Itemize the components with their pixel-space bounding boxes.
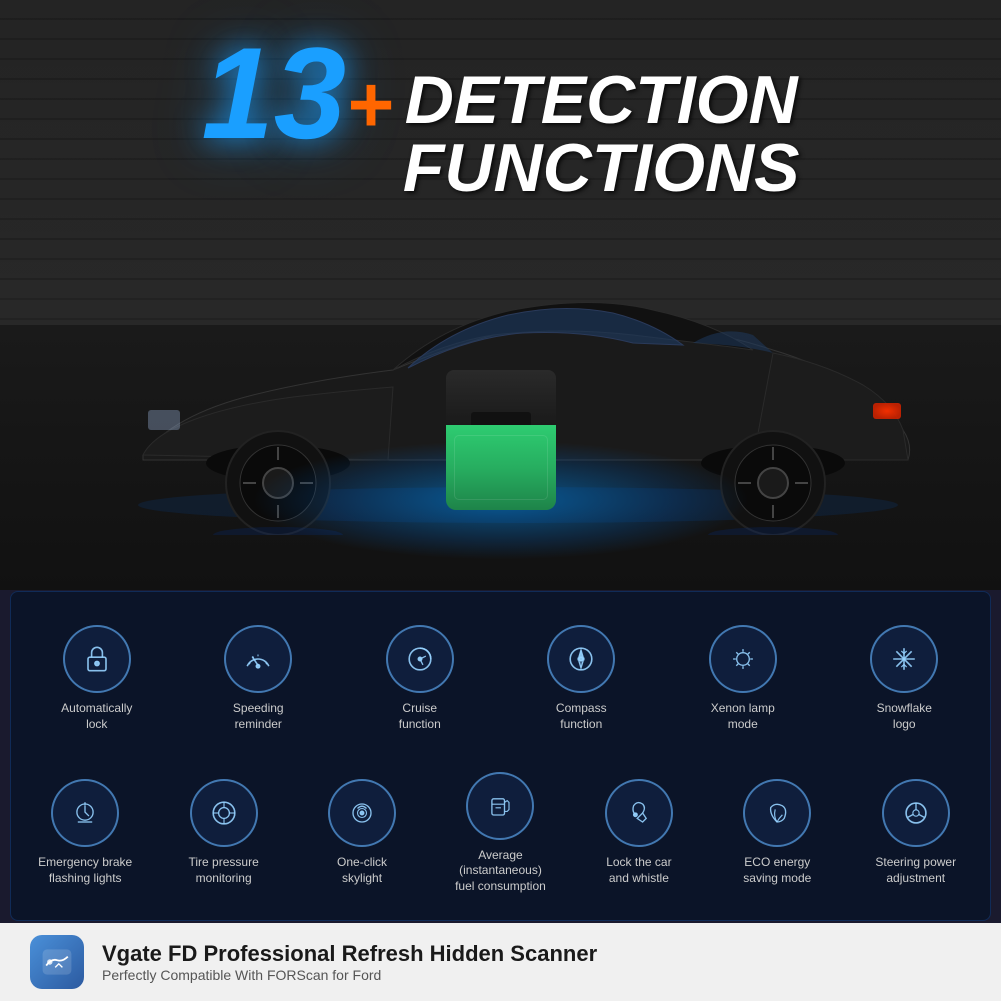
emergency-brake-label: Emergency brakeflashing lights — [38, 855, 132, 886]
app-icon — [30, 935, 84, 989]
auto-lock-label: Automaticallylock — [61, 701, 132, 732]
xenon-icon-circle — [709, 625, 777, 693]
obd-device — [446, 370, 556, 510]
skylight-icon-circle — [328, 779, 396, 847]
snowflake-icon — [886, 641, 922, 677]
speedometer-icon — [240, 641, 276, 677]
function-lock-whistle: Lock the carand whistle — [574, 779, 704, 886]
functions-row-2: Emergency brakeflashing lights Tire pres… — [16, 756, 985, 910]
snowflake-label: Snowflakelogo — [877, 701, 932, 732]
cruise-icon — [402, 641, 438, 677]
product-subtitle: Perfectly Compatible With FORScan for Fo… — [102, 967, 597, 983]
function-compass: Compassfunction — [516, 625, 646, 732]
function-auto-lock: Automaticallylock — [32, 625, 162, 732]
function-fuel: Average (instantaneous)fuel consumption — [435, 772, 565, 895]
eco-icon — [759, 795, 795, 831]
title-detection: DETECTION — [403, 66, 800, 134]
steering-icon-circle — [882, 779, 950, 847]
function-skylight: One-clickskylight — [297, 779, 427, 886]
cruise-icon-circle — [386, 625, 454, 693]
function-eco: ECO energysaving mode — [712, 779, 842, 886]
tire-icon — [206, 795, 242, 831]
obd-top — [446, 370, 556, 425]
title-container: 13+ DETECTION FUNCTIONS — [51, 28, 951, 202]
function-xenon: Xenon lampmode — [678, 625, 808, 732]
lock-whistle-icon — [621, 795, 657, 831]
function-snowflake: Snowflakelogo — [839, 625, 969, 732]
emergency-brake-icon-circle — [51, 779, 119, 847]
cruise-label: Cruisefunction — [399, 701, 441, 732]
speed-reminder-label: Speedingreminder — [233, 701, 284, 732]
tire-pressure-label: Tire pressuremonitoring — [189, 855, 259, 886]
title-number: 13 — [202, 28, 347, 158]
main-container: 13+ DETECTION FUNCTIONS — [0, 0, 1001, 1001]
lock-icon — [79, 641, 115, 677]
function-steering: Steering poweradjustment — [851, 779, 981, 886]
hero-section: 13+ DETECTION FUNCTIONS — [0, 0, 1001, 590]
obd-body — [446, 425, 556, 510]
compass-icon — [563, 641, 599, 677]
fuel-icon — [482, 788, 518, 824]
skylight-icon — [344, 795, 380, 831]
function-speed-reminder: Speedingreminder — [193, 625, 323, 732]
function-tire-pressure: Tire pressuremonitoring — [159, 779, 289, 886]
title-plus: + — [346, 65, 393, 145]
title-text-block: DETECTION FUNCTIONS — [403, 66, 800, 202]
eco-label: ECO energysaving mode — [743, 855, 811, 886]
functions-row-1: Automaticallylock Speedingreminder — [16, 602, 985, 756]
emergency-brake-icon — [67, 795, 103, 831]
skylight-label: One-clickskylight — [337, 855, 387, 886]
tire-icon-circle — [190, 779, 258, 847]
fuel-label: Average (instantaneous)fuel consumption — [435, 848, 565, 895]
steering-label: Steering poweradjustment — [875, 855, 956, 886]
function-emergency-brake: Emergency brakeflashing lights — [20, 779, 150, 886]
speed-icon-circle — [224, 625, 292, 693]
eco-icon-circle — [743, 779, 811, 847]
xenon-label: Xenon lampmode — [711, 701, 775, 732]
functions-section: Automaticallylock Speedingreminder — [10, 591, 991, 921]
function-cruise: Cruisefunction — [355, 625, 485, 732]
title-functions: FUNCTIONS — [403, 134, 800, 202]
lock-whistle-label: Lock the carand whistle — [606, 855, 671, 886]
fuel-icon-circle — [466, 772, 534, 840]
bottom-text: Vgate FD Professional Refresh Hidden Sca… — [102, 941, 597, 983]
app-icon-svg — [39, 944, 75, 980]
compass-label: Compassfunction — [556, 701, 607, 732]
product-title: Vgate FD Professional Refresh Hidden Sca… — [102, 941, 597, 967]
auto-lock-icon-circle — [63, 625, 131, 693]
xenon-icon — [725, 641, 761, 677]
bottom-bar: Vgate FD Professional Refresh Hidden Sca… — [0, 923, 1001, 1001]
compass-icon-circle — [547, 625, 615, 693]
steering-icon — [898, 795, 934, 831]
snowflake-icon-circle — [870, 625, 938, 693]
lock-whistle-icon-circle — [605, 779, 673, 847]
